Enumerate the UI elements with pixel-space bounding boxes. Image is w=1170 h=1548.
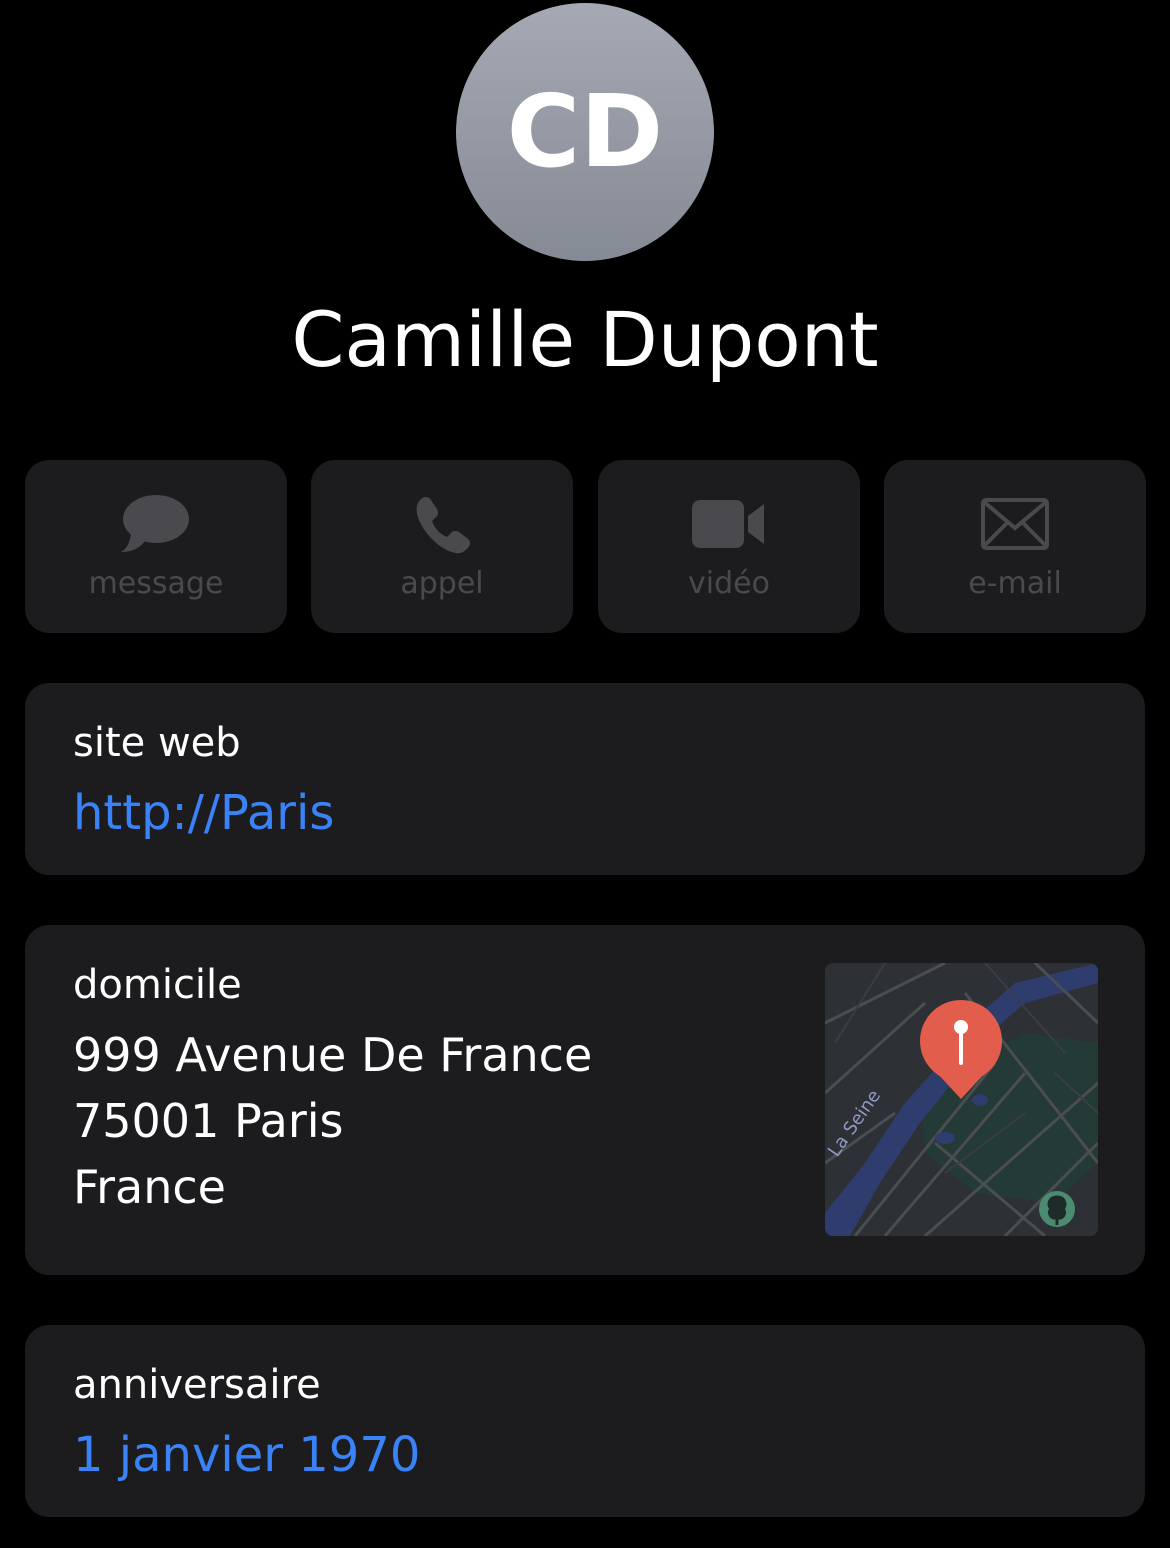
website-link[interactable]: http://Paris xyxy=(73,783,334,843)
call-button-label: appel xyxy=(400,566,484,601)
video-camera-icon xyxy=(598,494,860,554)
contact-name: Camille Dupont xyxy=(291,295,879,384)
address-country[interactable]: France xyxy=(73,1159,226,1215)
website-label: site web xyxy=(73,720,241,766)
message-bubble-icon xyxy=(25,494,287,554)
phone-icon xyxy=(311,494,573,554)
video-button-label: vidéo xyxy=(688,566,770,601)
address-card: domicile 999 Avenue De France 75001 Pari… xyxy=(25,925,1145,1275)
message-button-label: message xyxy=(88,566,224,601)
address-city[interactable]: 75001 Paris xyxy=(73,1093,343,1149)
address-label: domicile xyxy=(73,962,242,1008)
birthday-label: anniversaire xyxy=(73,1362,321,1408)
call-button[interactable]: appel xyxy=(311,460,573,633)
address-street[interactable]: 999 Avenue De France xyxy=(73,1027,592,1083)
birthday-value[interactable]: 1 janvier 1970 xyxy=(73,1425,420,1485)
address-map-thumbnail[interactable]: La Seine xyxy=(825,963,1098,1236)
message-button[interactable]: message xyxy=(25,460,287,633)
email-button-label: e-mail xyxy=(968,566,1062,601)
avatar: CD xyxy=(456,3,714,261)
birthday-card: anniversaire 1 janvier 1970 xyxy=(25,1325,1145,1517)
avatar-initials: CD xyxy=(506,73,664,190)
video-button[interactable]: vidéo xyxy=(598,460,860,633)
envelope-icon xyxy=(884,494,1146,554)
email-button[interactable]: e-mail xyxy=(884,460,1146,633)
website-card: site web http://Paris xyxy=(25,683,1145,875)
